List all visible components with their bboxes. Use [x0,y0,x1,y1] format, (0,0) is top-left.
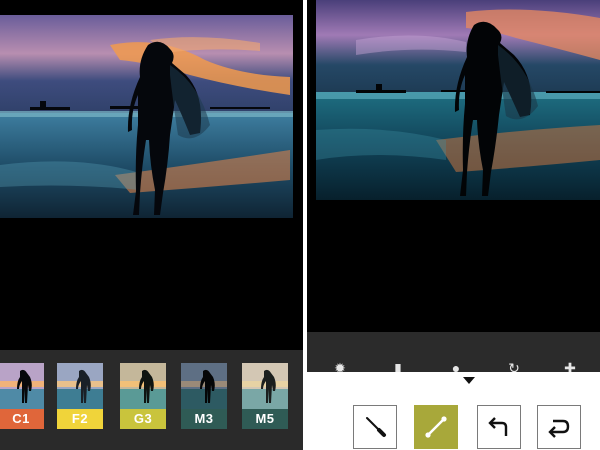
brush-toolbar [307,372,600,450]
filter-label: M3 [181,409,227,429]
redo-button[interactable] [537,405,581,449]
filter-f2[interactable]: F2 [57,363,103,429]
filter-m3[interactable]: M3 [181,363,227,429]
edit-screen: ✹ ▮ ● ↻ ✚ [307,0,600,450]
adjustment-toolbar: ✹ ▮ ● ↻ ✚ [307,332,600,374]
filter-label: F2 [57,409,103,429]
filter-label: G3 [120,409,166,429]
filter-label: M5 [242,409,288,429]
brush-button[interactable] [353,405,397,449]
brush-icon [366,417,386,437]
filter-thumbnail [242,363,288,409]
caret-down-icon [463,377,475,384]
photo-preview [0,15,293,218]
redo-icon [548,419,570,438]
bone-brush-button[interactable] [414,405,458,449]
filter-screen: C1 F2 G3 M3 M5 [0,0,303,450]
undo-icon [488,417,508,436]
filter-c1[interactable]: C1 [0,363,44,429]
undo-button[interactable] [477,405,521,449]
filter-thumbnail [0,363,44,409]
filter-thumbnail [120,363,166,409]
filter-m5[interactable]: M5 [242,363,288,429]
filter-thumbnail [181,363,227,409]
filter-label: C1 [0,409,44,429]
filter-thumbnail [57,363,103,409]
filter-strip: C1 F2 G3 M3 M5 [0,350,303,450]
photo-preview [316,0,600,200]
filter-g3[interactable]: G3 [120,363,166,429]
bone-brush-icon [425,416,447,438]
